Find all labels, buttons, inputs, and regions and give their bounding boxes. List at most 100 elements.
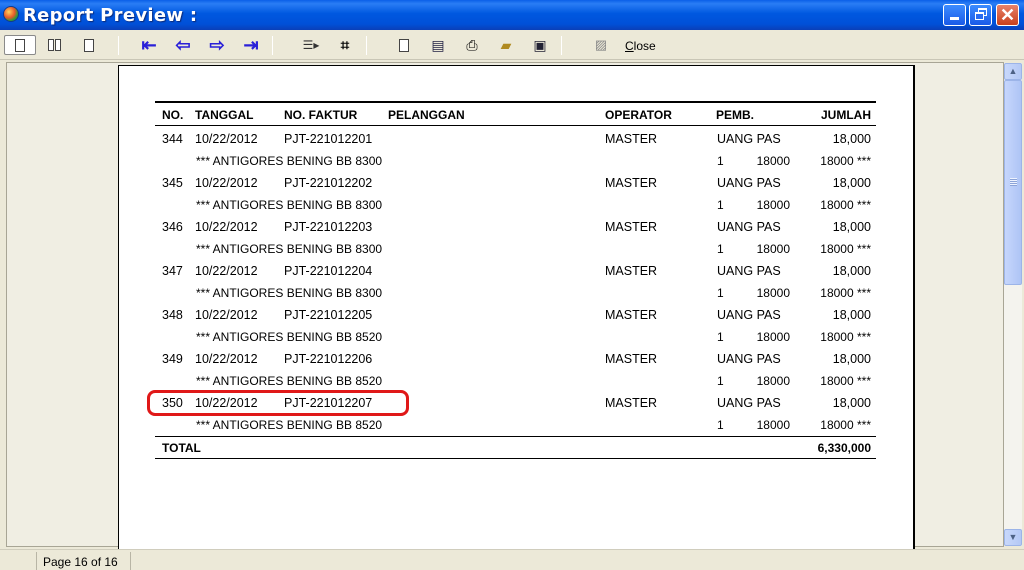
row-subtotal: 18000 *** (820, 242, 871, 256)
column-header-customer: PELANGGAN (388, 108, 465, 122)
row-payment: UANG PAS (717, 220, 781, 234)
chevron-up-icon: ▲ (1008, 66, 1018, 76)
row-no: 345 (162, 176, 183, 190)
row-operator: MASTER (605, 308, 658, 322)
row-invoice: PJT-221012205 (284, 308, 373, 322)
row-subtotal: 18000 *** (820, 418, 871, 432)
single-page-button[interactable] (4, 35, 36, 55)
close-window-button[interactable]: ✕ (996, 4, 1019, 26)
row-item: *** ANTIGORES BENING BB 8520 (196, 374, 383, 388)
window-title: Report Preview : (23, 5, 198, 26)
row-amount: 18,000 (832, 176, 871, 190)
print-icon: ⎙ (466, 36, 478, 53)
row-subtotal: 18000 *** (820, 374, 871, 388)
column-header-payment: PEMB. (716, 108, 755, 122)
row-qty: 1 (717, 242, 724, 256)
row-amount: 18,000 (832, 352, 871, 366)
print-button[interactable]: ⎙ (461, 35, 483, 55)
status-bar: Page 16 of 16 (0, 549, 1024, 570)
row-payment: UANG PAS (717, 396, 781, 410)
row-operator: MASTER (605, 176, 658, 190)
last-page-button[interactable]: ⇥ (240, 35, 262, 55)
row-payment: UANG PAS (717, 352, 781, 366)
page-indicator: Page 16 of 16 (43, 555, 118, 569)
scroll-down-button[interactable]: ▼ (1004, 529, 1022, 546)
goto-page-icon: ☰▸ (302, 38, 320, 52)
row-operator: MASTER (605, 264, 658, 278)
column-header-operator: OPERATOR (605, 108, 672, 122)
row-invoice: PJT-221012204 (284, 264, 373, 278)
title-bar: Report Preview : ✕ (0, 0, 1024, 30)
row-price: 18000 (756, 198, 790, 212)
column-header-date: TANGGAL (195, 108, 254, 122)
open-button[interactable]: ▰ (495, 35, 517, 55)
row-qty: 1 (717, 330, 724, 344)
column-header-invoice: NO. FAKTUR (284, 108, 358, 122)
row-operator: MASTER (605, 132, 658, 146)
row-payment: UANG PAS (717, 308, 781, 322)
first-page-button[interactable]: ⇤ (138, 35, 160, 55)
row-item: *** ANTIGORES BENING BB 8300 (196, 198, 383, 212)
two-page-button[interactable] (43, 35, 65, 55)
row-no: 344 (162, 132, 183, 146)
row-amount: 18,000 (832, 132, 871, 146)
close-icon: ✕ (999, 5, 1016, 25)
row-item: *** ANTIGORES BENING BB 8520 (196, 330, 383, 344)
row-payment: UANG PAS (717, 132, 781, 146)
previous-page-icon: ⇦ (175, 35, 191, 55)
row-price: 18000 (756, 374, 790, 388)
row-payment: UANG PAS (717, 176, 781, 190)
previous-page-button[interactable]: ⇦ (172, 35, 194, 55)
row-amount: 18,000 (832, 396, 871, 410)
row-operator: MASTER (605, 220, 658, 234)
open-icon: ▰ (500, 36, 512, 53)
row-qty: 1 (717, 198, 724, 212)
minimize-icon (950, 17, 959, 20)
row-qty: 1 (717, 154, 724, 168)
restore-button[interactable] (969, 4, 992, 26)
scroll-up-button[interactable]: ▲ (1004, 63, 1022, 80)
page-setup-button[interactable]: ▤ (427, 35, 449, 55)
row-no: 348 (162, 308, 183, 322)
row-item: *** ANTIGORES BENING BB 8300 (196, 154, 383, 168)
row-price: 18000 (756, 418, 790, 432)
scroll-thumb[interactable] (1004, 80, 1022, 285)
row-subtotal: 18000 *** (820, 154, 871, 168)
save-button[interactable]: ▣ (529, 35, 551, 55)
row-qty: 1 (717, 418, 724, 432)
goto-page-button[interactable]: ☰▸ (300, 35, 322, 55)
annotation-highlight-circle (147, 390, 409, 416)
export-button[interactable]: ▨ (590, 35, 612, 55)
row-date: 10/22/2012 (195, 308, 258, 322)
row-date: 10/22/2012 (195, 176, 258, 190)
page-icon (15, 38, 25, 52)
row-date: 10/22/2012 (195, 132, 258, 146)
copy-icon (399, 38, 409, 52)
chevron-down-icon: ▼ (1008, 532, 1018, 542)
next-page-button[interactable]: ⇨ (206, 35, 228, 55)
row-qty: 1 (717, 286, 724, 300)
row-date: 10/22/2012 (195, 220, 258, 234)
row-invoice: PJT-221012201 (284, 132, 373, 146)
row-price: 18000 (756, 242, 790, 256)
next-page-icon: ⇨ (209, 35, 225, 55)
row-no: 347 (162, 264, 183, 278)
row-item: *** ANTIGORES BENING BB 8520 (196, 418, 383, 432)
minimize-button[interactable] (943, 4, 966, 26)
row-subtotal: 18000 *** (820, 330, 871, 344)
export-icon: ▨ (594, 37, 608, 52)
close-report-button[interactable]: Close (625, 39, 656, 53)
page-icon (84, 38, 94, 52)
whole-page-button[interactable] (78, 35, 100, 55)
row-item: *** ANTIGORES BENING BB 8300 (196, 242, 383, 256)
two-page-icon (47, 39, 61, 51)
row-qty: 1 (717, 374, 724, 388)
row-operator: MASTER (605, 396, 658, 410)
row-invoice: PJT-221012202 (284, 176, 373, 190)
vertical-scrollbar[interactable]: ▲ ▼ (1004, 63, 1022, 546)
row-amount: 18,000 (832, 264, 871, 278)
row-price: 18000 (756, 330, 790, 344)
first-page-icon: ⇤ (141, 35, 157, 55)
find-button[interactable]: ⌗ (334, 35, 356, 55)
copy-button[interactable] (393, 35, 415, 55)
